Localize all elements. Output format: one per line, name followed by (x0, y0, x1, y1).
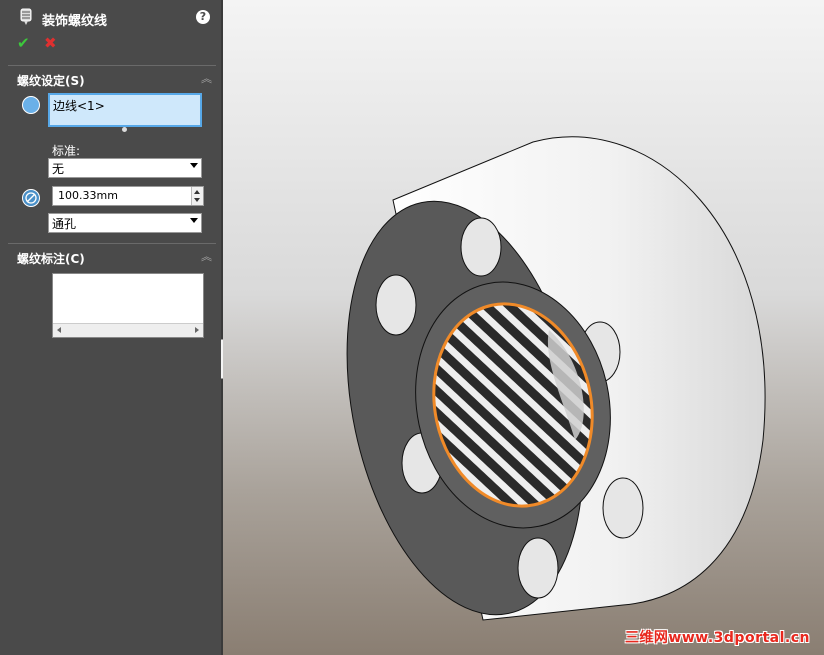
scroll-left-icon[interactable] (57, 327, 61, 333)
scroll-right-icon[interactable] (195, 327, 199, 333)
horizontal-scrollbar[interactable] (53, 323, 203, 337)
diameter-icon (22, 189, 40, 207)
chevron-down-icon (190, 218, 198, 223)
cancel-x-icon[interactable]: ✖ (44, 34, 57, 52)
section-divider (8, 243, 216, 244)
edge-select-icon (22, 96, 40, 114)
end-condition-select[interactable]: 通孔 (48, 213, 202, 233)
standard-label: 标准: (52, 144, 81, 158)
thread-callout-textarea[interactable] (52, 273, 204, 338)
watermark: 三维网www.3dportal.cn (624, 630, 810, 646)
bolt-hole[interactable] (460, 217, 502, 277)
section-thread-settings-header[interactable]: 螺纹设定(S) (17, 72, 85, 89)
panel-title: 装饰螺纹线 (42, 14, 108, 29)
bolt-hole[interactable] (375, 274, 417, 336)
diameter-input[interactable]: 100.33mm (52, 186, 204, 206)
property-manager-panel: 装饰螺纹线 ? ✔ ✖ 螺纹设定(S) ︽ 边线<1> 标准: 无 100.33… (0, 0, 221, 655)
bolt-hole[interactable] (517, 537, 559, 599)
resize-handle[interactable] (122, 127, 127, 132)
edge-selection-box[interactable]: 边线<1> (48, 93, 202, 127)
graphics-viewport[interactable]: 三维网www.3dportal.cn (223, 0, 824, 655)
edge-selection-item[interactable]: 边线<1> (53, 97, 105, 114)
diameter-value: 100.33mm (58, 189, 118, 202)
end-condition-value: 通孔 (52, 217, 77, 231)
section-divider (8, 65, 216, 66)
ok-check-icon[interactable]: ✔ (17, 34, 30, 52)
standard-select-value: 无 (52, 162, 65, 176)
flange-nut-model[interactable] (223, 0, 824, 655)
bolt-hole[interactable] (602, 477, 644, 539)
chevron-down-icon (190, 163, 198, 168)
collapse-chevron-icon[interactable]: ︽ (201, 70, 212, 86)
help-icon[interactable]: ? (196, 10, 210, 24)
collapse-chevron-icon[interactable]: ︽ (201, 248, 212, 264)
thread-feature-icon (18, 8, 34, 26)
diameter-spinner[interactable] (191, 187, 203, 205)
standard-select[interactable]: 无 (48, 158, 202, 178)
section-thread-callout-header[interactable]: 螺纹标注(C) (17, 250, 85, 267)
